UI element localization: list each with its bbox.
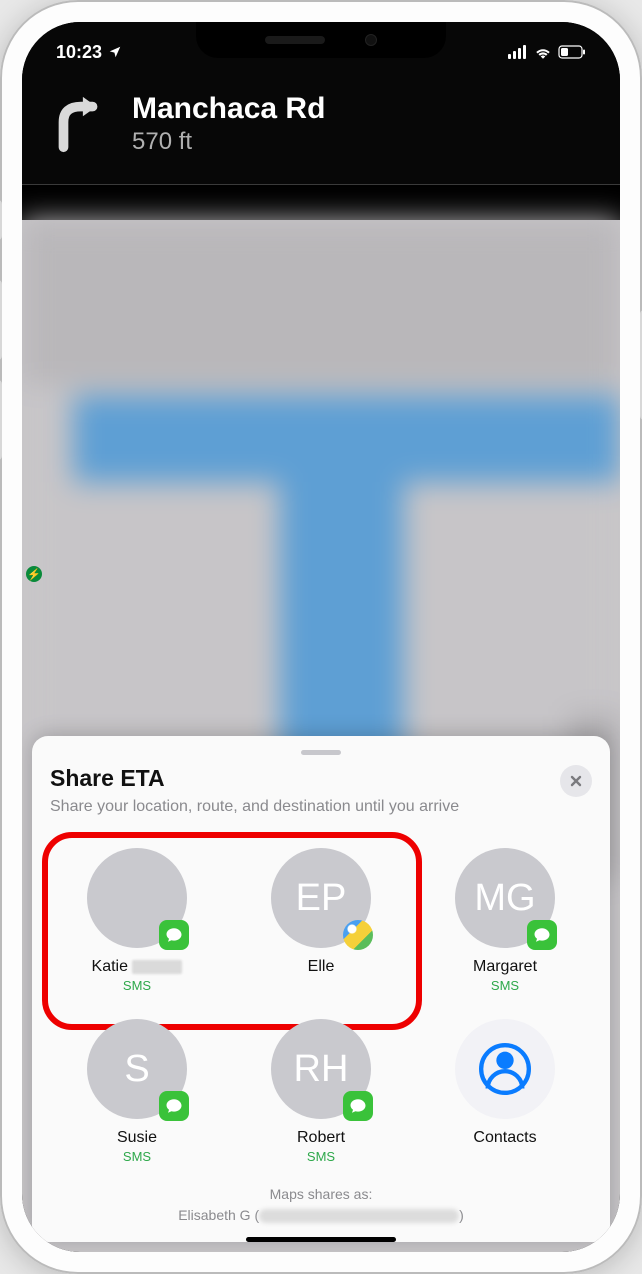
contact-name: Elle [308,958,335,976]
avatar-initials: RH [294,1048,349,1091]
contact-name: Katie [92,958,183,976]
home-indicator[interactable] [246,1237,396,1242]
avatar-initials: MG [474,877,535,920]
screen: 10:23 [22,22,620,1252]
nav-road-name: Manchaca Rd [132,92,325,126]
contacts-app-button[interactable]: Contacts [418,1019,592,1164]
sms-label: SMS [123,978,151,993]
sms-label: SMS [491,978,519,993]
avatar: S [87,1019,187,1119]
notch [196,22,446,58]
nav-distance: 570 ft [132,128,325,156]
sms-label: SMS [123,1149,151,1164]
status-time: 10:23 [56,42,102,63]
close-icon [569,774,583,788]
contact-name: Robert [297,1129,345,1147]
wifi-icon [534,45,552,59]
maps-badge-icon [343,920,373,950]
device-frame: 10:23 [0,0,642,1274]
contact-katie[interactable]: Katie SMS [50,848,224,993]
side-button-vol-up [0,280,2,360]
contact-name: Susie [117,1129,157,1147]
messages-badge-icon [159,1091,189,1121]
charging-station-icon: ⚡ [26,566,42,582]
turn-right-icon [48,93,110,155]
sms-label: SMS [307,1149,335,1164]
contacts-icon [455,1019,555,1119]
avatar: RH [271,1019,371,1119]
side-button-vol-down [0,380,2,460]
share-as-footer: Maps shares as: Elisabeth G () [50,1184,592,1226]
location-arrow-icon [108,45,122,59]
contact-name: Contacts [473,1129,536,1147]
share-eta-sheet: Share ETA Share your location, route, an… [32,736,610,1242]
side-button-silence [0,200,2,240]
front-camera [365,34,377,46]
contact-margaret[interactable]: MG Margaret SMS [418,848,592,993]
share-as-label: Maps shares as: [50,1184,592,1205]
close-button[interactable] [560,765,592,797]
avatar: EP [271,848,371,948]
contact-elle[interactable]: EP Elle [234,848,408,993]
sheet-grabber[interactable] [301,750,341,755]
share-as-identity: Elisabeth G () [50,1205,592,1226]
sheet-subtitle: Share your location, route, and destinat… [50,796,592,818]
avatar-initials: EP [296,877,347,920]
sheet-title: Share ETA [50,765,592,792]
speaker-grille [265,36,325,44]
avatar: MG [455,848,555,948]
cellular-icon [508,45,528,59]
contact-robert[interactable]: RH Robert SMS [234,1019,408,1164]
contact-name: Margaret [473,958,537,976]
avatar-initials: S [124,1048,149,1091]
messages-badge-icon [343,1091,373,1121]
messages-badge-icon [159,920,189,950]
contact-susie[interactable]: S Susie SMS [50,1019,224,1164]
messages-badge-icon [527,920,557,950]
contacts-grid: Katie SMS EP Elle MG [50,848,592,1164]
avatar [87,848,187,948]
battery-icon [558,45,586,59]
